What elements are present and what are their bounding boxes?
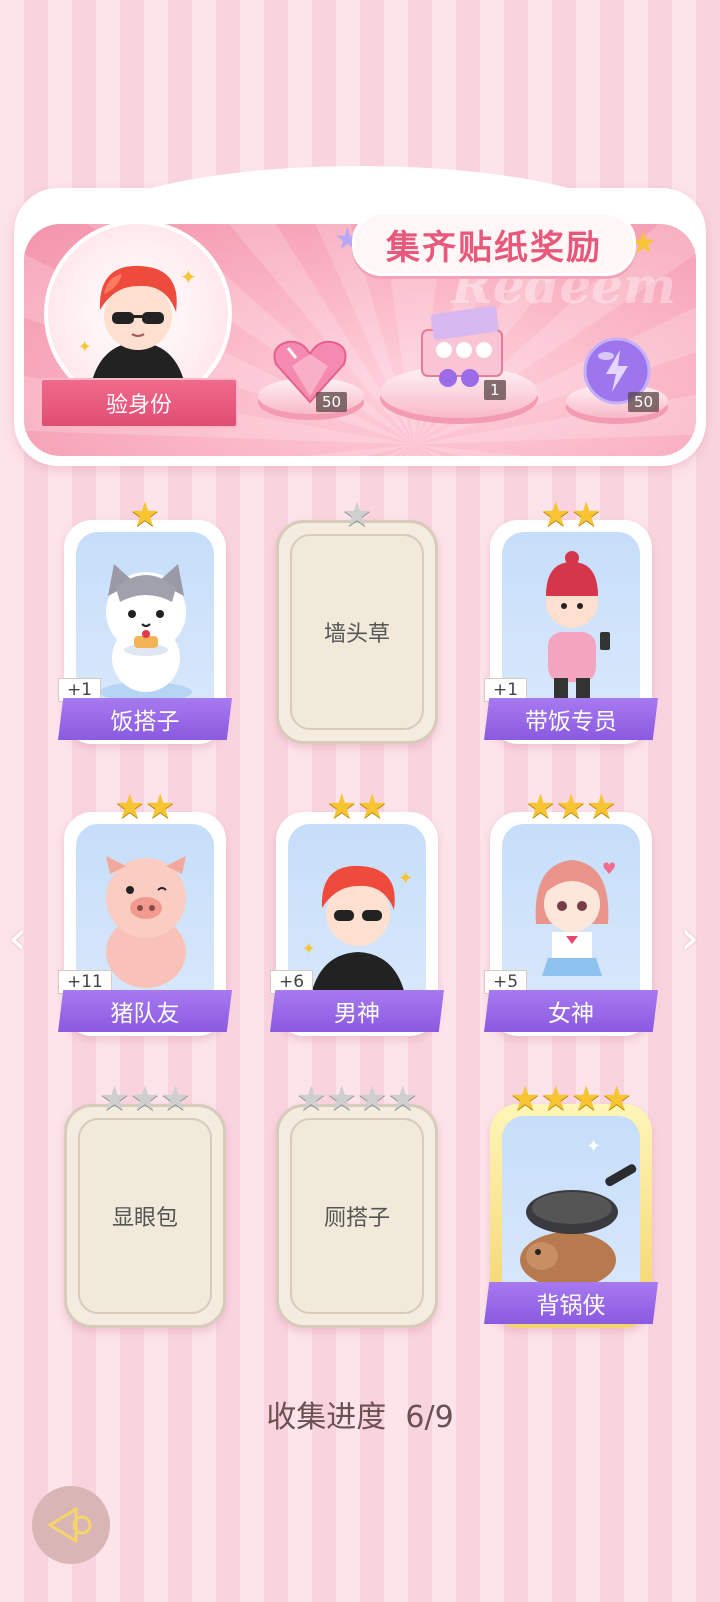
gift-box-icon	[421, 306, 503, 387]
gold-star-icon: ★	[586, 787, 617, 827]
gray-star-icon: ★	[326, 1079, 357, 1119]
progress-label: 收集进度	[266, 1400, 387, 1435]
gray-star-icon: ★	[129, 1079, 161, 1119]
star-rating: ★ ★	[490, 498, 652, 532]
prev-page-arrow[interactable]: ‹	[8, 910, 27, 966]
sticker-name: 墙头草	[290, 534, 424, 730]
boy-avatar-icon: ✦ ✦	[78, 265, 197, 404]
gold-star-icon: ★	[540, 1079, 571, 1119]
collection-progress: 收集进度 6/9	[0, 1392, 720, 1436]
next-page-arrow[interactable]: ›	[680, 910, 699, 966]
gold-star-icon: ★	[114, 787, 145, 827]
sticker-card[interactable]: ★ ★ +1 带饭专员	[484, 498, 658, 744]
reward-count: 50	[316, 392, 348, 412]
gold-star-icon: ★	[555, 787, 587, 827]
gray-star-icon: ★	[341, 495, 373, 535]
sticker-card-locked[interactable]: 墙头草 ★	[276, 498, 438, 744]
gray-star-icon: ★	[357, 1079, 388, 1119]
capybara-with-pan-icon: ✦	[520, 1136, 637, 1288]
svg-text:♥: ♥	[602, 859, 616, 878]
star-rating: ★ ★	[64, 790, 226, 824]
star-rating: ★	[64, 498, 226, 532]
star-rating: ★ ★ ★ ★	[276, 1082, 438, 1116]
gold-star-icon: ★	[540, 495, 571, 535]
gray-star-icon: ★	[160, 1079, 191, 1119]
verify-identity-button[interactable]: 验身份	[24, 378, 254, 428]
sticker-name: 男神	[270, 990, 444, 1032]
sticker-name: 显眼包	[78, 1118, 212, 1314]
sticker-card[interactable]: ★ ★ +11 猪队友	[58, 790, 232, 1036]
back-button[interactable]	[32, 1486, 110, 1564]
svg-text:✦: ✦	[180, 265, 197, 289]
sticker-name: 背锅侠	[484, 1282, 658, 1324]
sticker-name: 猪队友	[58, 990, 232, 1032]
svg-text:✦: ✦	[586, 1136, 601, 1157]
sticker-card[interactable]: ✦ ✦ ★ ★ +6 男神	[270, 790, 444, 1036]
sticker-name: 厕搭子	[290, 1118, 424, 1314]
gold-star-icon: ★	[145, 787, 176, 827]
gray-star-icon: ★	[99, 1079, 130, 1119]
banner-title: 集齐贴纸奖励	[352, 212, 636, 276]
gold-star-icon: ★	[129, 495, 161, 535]
reward-count: 1	[484, 380, 506, 400]
star-rating: ★ ★ ★	[64, 1082, 226, 1116]
svg-text:✦: ✦	[398, 868, 413, 889]
reward-count: 50	[628, 392, 660, 412]
gold-star-icon: ★	[571, 1079, 602, 1119]
star-rating: ★ ★	[276, 790, 438, 824]
gold-star-icon: ★	[326, 787, 357, 827]
sticker-name: 饭搭子	[58, 698, 232, 740]
progress-value: 6/9	[405, 1400, 454, 1435]
sticker-name: 带饭专员	[484, 698, 658, 740]
gold-star-icon: ★	[357, 787, 388, 827]
gold-star-icon: ★	[571, 495, 602, 535]
svg-text:✦: ✦	[78, 337, 91, 356]
sticker-name: 女神	[484, 990, 658, 1032]
back-arrow-icon	[47, 1506, 92, 1544]
sticker-card[interactable]: ♥ ★ ★ ★ +5 女神	[484, 790, 658, 1036]
svg-text:✦: ✦	[302, 939, 315, 958]
sticker-card-locked[interactable]: 显眼包 ★ ★ ★	[64, 1082, 226, 1328]
gray-star-icon: ★	[387, 1079, 418, 1119]
star-rating: ★ ★ ★	[490, 790, 652, 824]
card-art: ✦	[502, 1116, 640, 1304]
sticker-card[interactable]: ✦ ★ ★ ★ ★ 背锅侠	[484, 1082, 658, 1328]
gold-star-icon: ★	[525, 787, 556, 827]
sticker-card[interactable]: ★ +1 饭搭子	[58, 498, 232, 744]
gray-star-icon: ★	[296, 1079, 327, 1119]
gold-star-icon: ★	[510, 1079, 541, 1119]
star-rating: ★ ★ ★ ★	[490, 1082, 652, 1116]
star-rating: ★	[276, 498, 438, 532]
sticker-card-locked[interactable]: 厕搭子 ★ ★ ★ ★	[276, 1082, 438, 1328]
gold-star-icon: ★	[601, 1079, 632, 1119]
